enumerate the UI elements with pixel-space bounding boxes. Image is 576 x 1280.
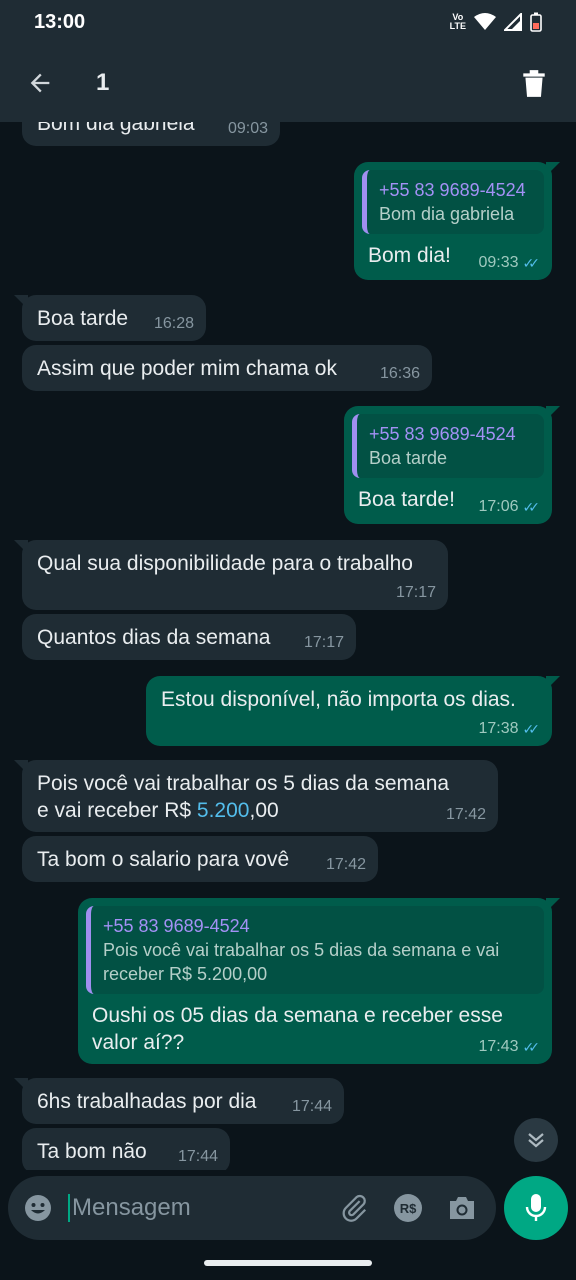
read-ticks-icon: ✓✓ [522, 254, 541, 271]
message-text-line2: e vai receber R$ 5.200,00 [37, 799, 279, 822]
message-time: 17:42 [325, 856, 366, 873]
quote-sender: +55 83 9689-4524 [103, 916, 250, 936]
message-text: 6hs trabalhadas por dia [37, 1090, 257, 1113]
payment-button[interactable]: R$ [388, 1188, 428, 1228]
trash-icon [523, 70, 545, 97]
status-time: 13:00 [34, 10, 86, 33]
scroll-to-bottom-button[interactable] [514, 1118, 558, 1162]
quote-text: Boa tarde [369, 448, 448, 468]
message-outgoing[interactable]: +55 83 9689-4524 Boa tarde Boa tarde! 17… [344, 406, 560, 524]
back-button[interactable] [24, 67, 56, 99]
message-outgoing[interactable]: +55 83 9689-4524 Bom dia gabriela Bom di… [354, 162, 560, 280]
selected-count: 1 [96, 69, 110, 96]
quote-text: Pois você vai trabalhar os 5 dias da sem… [103, 940, 500, 960]
back-arrow-icon [30, 73, 50, 93]
quote-sender: +55 83 9689-4524 [369, 424, 516, 444]
message-text: Quantos dias da semana [37, 626, 271, 649]
chevron-double-down-icon [528, 1133, 544, 1148]
chat-message-list[interactable]: Bom dia gabriela 09:03 +55 83 9689-4524 … [0, 122, 576, 1170]
quoted-message[interactable]: +55 83 9689-4524 Bom dia gabriela [362, 170, 544, 234]
message-time: 09:03 [227, 122, 268, 137]
message-time: 17:06 ✓✓ [478, 498, 541, 515]
message-text: Estou disponível, não importa os dias. [161, 688, 516, 711]
message-incoming[interactable]: 6hs trabalhadas por dia 17:44 [14, 1078, 344, 1124]
message-incoming[interactable]: Quantos dias da semana 17:17 [22, 614, 356, 660]
message-time: 09:33 ✓✓ [478, 254, 541, 271]
message-time: 17:44 [291, 1098, 332, 1115]
message-text-line2: valor aí?? [92, 1031, 185, 1054]
voice-record-button[interactable] [504, 1176, 568, 1240]
quoted-message[interactable]: +55 83 9689-4524 Boa tarde [352, 414, 544, 478]
attach-button[interactable] [334, 1188, 374, 1228]
status-bar: 13:00 Vo LTE [0, 0, 576, 44]
message-text: Pois você vai trabalhar os 5 dias da sem… [37, 772, 450, 795]
mic-icon [525, 1194, 547, 1221]
wifi-icon [474, 13, 496, 30]
pix-currency-icon: R$ [394, 1194, 422, 1222]
message-input-box: R$ [8, 1176, 496, 1240]
message-incoming[interactable]: Pois você vai trabalhar os 5 dias da sem… [14, 760, 498, 832]
message-incoming[interactable]: Qual sua disponibilidade para o trabalho… [14, 540, 448, 610]
message-time: 16:36 [379, 365, 420, 382]
message-time: 17:38 ✓✓ [478, 720, 541, 737]
quote-text-line2: receber R$ 5.200,00 [103, 964, 268, 984]
delete-button[interactable] [516, 65, 552, 101]
message-outgoing[interactable]: +55 83 9689-4524 Pois você vai trabalhar… [78, 898, 560, 1064]
quote-sender: +55 83 9689-4524 [379, 180, 526, 200]
home-gesture-handle[interactable] [204, 1260, 372, 1266]
selection-app-bar: 1 [0, 44, 576, 122]
attach-icon [342, 1194, 367, 1222]
message-incoming[interactable]: Bom dia gabriela 09:03 [22, 122, 280, 146]
read-ticks-icon: ✓✓ [522, 1038, 541, 1055]
quote-text: Bom dia gabriela [379, 204, 515, 224]
message-time: 17:17 [303, 634, 344, 651]
message-text: Qual sua disponibilidade para o trabalho [37, 552, 413, 575]
svg-text:R$: R$ [400, 1201, 417, 1216]
message-text: Oushi os 05 dias da semana e receber ess… [92, 1004, 503, 1027]
status-icons: Vo LTE [450, 12, 542, 32]
message-time: 17:17 [395, 584, 436, 601]
quoted-message[interactable]: +55 83 9689-4524 Pois você vai trabalhar… [86, 906, 544, 994]
message-input[interactable] [68, 1194, 308, 1222]
camera-icon [450, 1197, 474, 1219]
message-incoming[interactable]: Assim que poder mim chama ok 16:36 [22, 345, 432, 391]
message-time: 17:43 ✓✓ [478, 1038, 541, 1055]
emoji-button[interactable] [22, 1192, 54, 1224]
message-time: 17:42 [445, 806, 486, 823]
message-incoming[interactable]: Ta bom o salario para vovê 17:42 [22, 836, 378, 882]
message-time: 17:44 [177, 1148, 218, 1165]
message-outgoing[interactable]: Estou disponível, não importa os dias. 1… [146, 676, 560, 746]
read-ticks-icon: ✓✓ [522, 720, 541, 737]
battery-icon [530, 12, 542, 32]
system-navigation-bar [0, 1246, 576, 1280]
message-incoming[interactable]: Ta bom não 17:44 [22, 1128, 230, 1170]
emoji-icon [25, 1195, 51, 1221]
message-text: Assim que poder mim chama ok [37, 357, 337, 380]
message-text: Ta bom o salario para vovê [37, 848, 290, 871]
message-time: 16:28 [153, 315, 194, 332]
read-ticks-icon: ✓✓ [522, 498, 541, 515]
camera-button[interactable] [442, 1188, 482, 1228]
detected-number-link[interactable]: 5.200 [197, 799, 250, 822]
signal-icon [504, 13, 522, 31]
message-incoming[interactable]: Boa tarde 16:28 [14, 295, 206, 341]
composer: R$ [0, 1170, 576, 1246]
volte-icon: Vo LTE [449, 12, 466, 31]
